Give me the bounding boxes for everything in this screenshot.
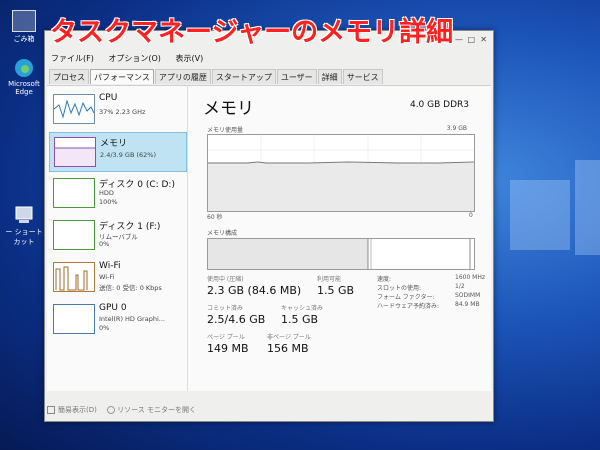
tab-bar: プロセス パフォーマンス アプリの履歴 スタートアップ ユーザー 詳細 サービス (49, 69, 384, 84)
graph-time-left: 60 秒 (207, 214, 223, 221)
memory-usage-graph (207, 134, 475, 212)
wifi-thumbnail (53, 262, 95, 292)
nonpaged-pool-label: 非ページ プール (267, 334, 311, 341)
available-value: 1.5 GB (317, 284, 355, 297)
graph-time-right: 0 (469, 212, 473, 219)
resource-cpu[interactable]: CPU 37% 2.23 GHz (49, 90, 185, 128)
cpu-detail: 37% 2.23 GHz (99, 108, 146, 116)
spec-speed-value: 1600 MHz (455, 274, 486, 281)
cached-label: キャッシュ済み (281, 305, 324, 312)
spec-form-key: フォーム ファクター: (377, 294, 435, 301)
tab-startup[interactable]: スタートアップ (211, 69, 276, 84)
resource-memory[interactable]: メモリ 2.4/3.9 GB (62%) (49, 132, 187, 172)
resource-monitor-link[interactable]: リソース モニターを開く (107, 406, 196, 414)
close-icon[interactable]: ✕ (480, 35, 487, 44)
brief-view-icon (47, 406, 55, 414)
gpu-model: Intel(R) HD Graphi... (99, 315, 165, 323)
memory-spec: 4.0 GB DDR3 (409, 100, 469, 110)
spec-slots-key: スロットの使用: (377, 285, 422, 292)
nonpaged-pool-value: 156 MB (267, 342, 309, 355)
menu-options[interactable]: オプション(O) (108, 54, 161, 63)
shortcut-label: ー ショートカット (5, 228, 43, 246)
cpu-thumbnail (53, 94, 95, 124)
edge-label: Microsoft Edge (8, 80, 40, 96)
disk0-thumbnail (53, 178, 95, 208)
wifi-throughput: 送信: 0 受信: 0 Kbps (99, 284, 162, 292)
gpu-thumbnail (53, 304, 95, 334)
memory-detail-panel: メモリ 4.0 GB DDR3 メモリ使用量 3.9 GB 60 秒 0 メモリ… (195, 86, 485, 391)
paged-pool-label: ページ プール (207, 334, 245, 341)
menu-bar: ファイル(F) オプション(O) 表示(V) (45, 53, 209, 67)
usage-graph-max: 3.9 GB (446, 125, 467, 132)
disk0-type: HDD (99, 189, 114, 197)
disk1-thumbnail (53, 220, 95, 250)
desktop-shortcut[interactable]: ー ショートカット (2, 205, 46, 247)
wallpaper-pane (510, 180, 570, 250)
edge-icon (13, 58, 35, 78)
wallpaper-pane (575, 160, 600, 255)
tab-app-history[interactable]: アプリの履歴 (154, 69, 211, 84)
memory-label: メモリ (100, 139, 128, 149)
tab-performance[interactable]: パフォーマンス (90, 69, 154, 84)
composition-label: メモリ構成 (207, 230, 238, 237)
tab-users[interactable]: ユーザー (276, 69, 317, 84)
wifi-label: Wi-Fi (99, 261, 121, 271)
memory-thumbnail (54, 137, 96, 167)
cpu-label: CPU (99, 93, 118, 103)
paged-pool-value: 149 MB (207, 342, 249, 355)
spec-reserved-value: 84.9 MB (455, 301, 480, 308)
brief-view-label: 簡易表示(D) (58, 406, 97, 414)
menu-view[interactable]: 表示(V) (175, 54, 203, 63)
overlay-caption: タスクマネージャーのメモリ詳細 (50, 17, 454, 48)
gpu-label: GPU 0 (99, 303, 127, 313)
resource-wifi[interactable]: Wi-Fi Wi-Fi 送信: 0 受信: 0 Kbps (49, 258, 185, 296)
gpu-usage: 0% (99, 324, 110, 332)
resource-gpu[interactable]: GPU 0 Intel(R) HD Graphi... 0% (49, 300, 185, 338)
memory-title: メモリ (203, 99, 254, 119)
available-label: 利用可能 (317, 276, 342, 283)
shortcut-icon (13, 205, 35, 225)
in-use-label: 使用中 (圧縮) (207, 276, 244, 283)
tab-services[interactable]: サービス (342, 69, 383, 84)
resource-monitor-icon (107, 406, 116, 414)
spec-reserved-key: ハードウェア予約済み: (377, 303, 440, 310)
disk0-usage: 100% (99, 198, 118, 206)
in-use-value: 2.3 GB (84.6 MB) (207, 284, 302, 297)
performance-content: CPU 37% 2.23 GHz メモリ 2.4/3.9 GB (62%) ディ… (47, 85, 491, 391)
task-manager-window: — □ ✕ ファイル(F) オプション(O) 表示(V) プロセス パフォーマン… (44, 30, 494, 422)
footer-bar: 簡易表示(D) リソース モニターを開く (47, 405, 196, 415)
committed-label: コミット済み (207, 305, 244, 312)
resource-disk1[interactable]: ディスク 1 (F:) リムーバブル 0% (49, 216, 185, 254)
resource-list: CPU 37% 2.23 GHz メモリ 2.4/3.9 GB (62%) ディ… (47, 86, 188, 391)
tab-processes[interactable]: プロセス (49, 69, 89, 84)
memory-composition-bar (207, 238, 475, 270)
minimize-icon[interactable]: — (455, 35, 463, 44)
maximize-icon[interactable]: □ (467, 35, 475, 44)
memory-detail: 2.4/3.9 GB (62%) (100, 151, 157, 159)
resource-disk0[interactable]: ディスク 0 (C: D:) HDD 100% (49, 174, 185, 212)
recycle-bin-icon[interactable]: ごみ箱 (2, 10, 46, 44)
spec-form-value: SODIMM (455, 292, 481, 299)
menu-file[interactable]: ファイル(F) (51, 54, 94, 63)
usage-graph-label: メモリ使用量 (207, 127, 244, 134)
recycle-bin-label: ごみ箱 (13, 35, 35, 43)
disk1-usage: 0% (99, 240, 110, 248)
tab-details[interactable]: 詳細 (317, 69, 342, 84)
committed-value: 2.5/4.6 GB (207, 313, 266, 326)
cached-value: 1.5 GB (281, 313, 319, 326)
resource-monitor-label: リソース モニターを開く (117, 406, 196, 414)
spec-speed-key: 速度: (377, 276, 392, 283)
spec-slots-value: 1/2 (455, 283, 465, 290)
edge-shortcut[interactable]: Microsoft Edge (2, 58, 46, 96)
wifi-type: Wi-Fi (99, 273, 115, 281)
brief-view-link[interactable]: 簡易表示(D) (47, 406, 97, 414)
